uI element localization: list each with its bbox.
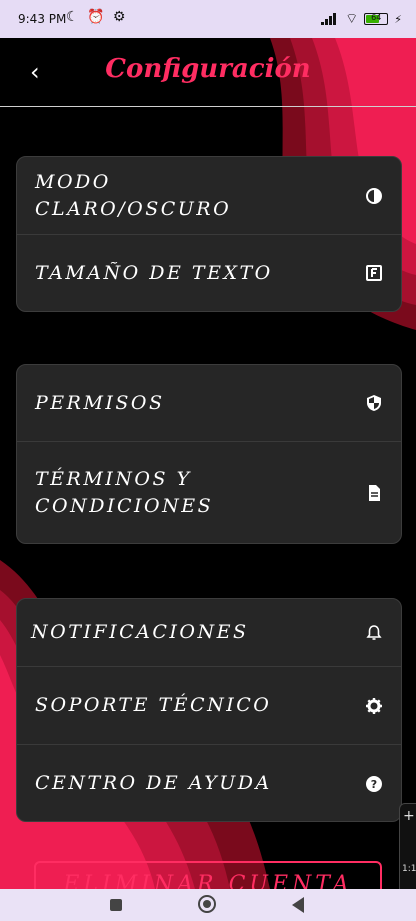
settings-item-label: CENTRO DE AYUDA xyxy=(35,772,272,794)
status-bar: 9:43 PM ☾ ⏰ ⚙ ⌔ 64 ⚡ xyxy=(0,0,416,38)
settings-item-label: SOPORTE TÉCNICO xyxy=(35,694,272,716)
settings-item-support[interactable]: SOPORTE TÉCNICO xyxy=(17,666,401,744)
header-divider xyxy=(0,106,416,107)
settings-item-label: TAMAÑO DE TEXTO xyxy=(35,261,273,284)
recent-apps-icon[interactable] xyxy=(110,899,122,911)
status-left-icons: ☾ ⏰ ⚙ xyxy=(66,9,128,25)
document-icon xyxy=(369,484,380,501)
settings-item-notifications[interactable]: NOTIFICACIONES xyxy=(17,599,401,666)
system-navigation-bar xyxy=(0,889,416,921)
settings-item-help[interactable]: CENTRO DE AYUDA ? xyxy=(17,744,401,821)
font-size-icon xyxy=(366,265,382,281)
page-title: Configuración xyxy=(105,54,311,84)
settings-item-text-size[interactable]: TAMAÑO DE TEXTO xyxy=(17,234,401,311)
zoom-in-icon[interactable]: + xyxy=(403,808,415,824)
bell-icon xyxy=(366,624,382,640)
aspect-ratio-label[interactable]: 1:1 xyxy=(402,864,416,874)
settings-item-theme[interactable]: MODO CLARO/OSCURO xyxy=(17,157,401,234)
back-nav-icon[interactable] xyxy=(292,897,304,913)
status-right-icons: ⌔ 64 ⚡ xyxy=(321,10,402,28)
settings-card-legal: PERMISOS TÉRMINOS Y CONDICIONES xyxy=(16,364,402,544)
settings-item-label: NOTIFICACIONES xyxy=(31,621,249,643)
battery-level: 64 xyxy=(371,13,382,22)
charging-icon: ⚡ xyxy=(394,12,402,26)
status-time: 9:43 PM xyxy=(18,12,67,26)
shield-icon xyxy=(367,395,381,411)
settings-item-permissions[interactable]: PERMISOS xyxy=(17,365,401,441)
battery-icon: 64 xyxy=(364,13,389,25)
home-icon[interactable] xyxy=(198,895,216,913)
wifi-icon: ⌔ xyxy=(345,11,359,27)
settings-item-terms[interactable]: TÉRMINOS Y CONDICIONES xyxy=(17,441,401,543)
settings-card-display: MODO CLARO/OSCURO TAMAÑO DE TEXTO xyxy=(16,156,402,312)
app-header: ‹ Configuración xyxy=(0,38,416,106)
settings-item-label: MODO CLARO/OSCURO xyxy=(35,170,232,220)
contrast-icon xyxy=(366,187,382,204)
signal-icon xyxy=(321,13,339,25)
gear-icon xyxy=(366,697,382,714)
help-icon: ? xyxy=(366,775,382,792)
svg-text:?: ? xyxy=(371,778,377,791)
settings-card-support: NOTIFICACIONES SOPORTE TÉCNICO CENTRO DE… xyxy=(16,598,402,822)
settings-item-label: PERMISOS xyxy=(35,391,165,414)
settings-item-label: TÉRMINOS Y CONDICIONES xyxy=(35,467,214,517)
